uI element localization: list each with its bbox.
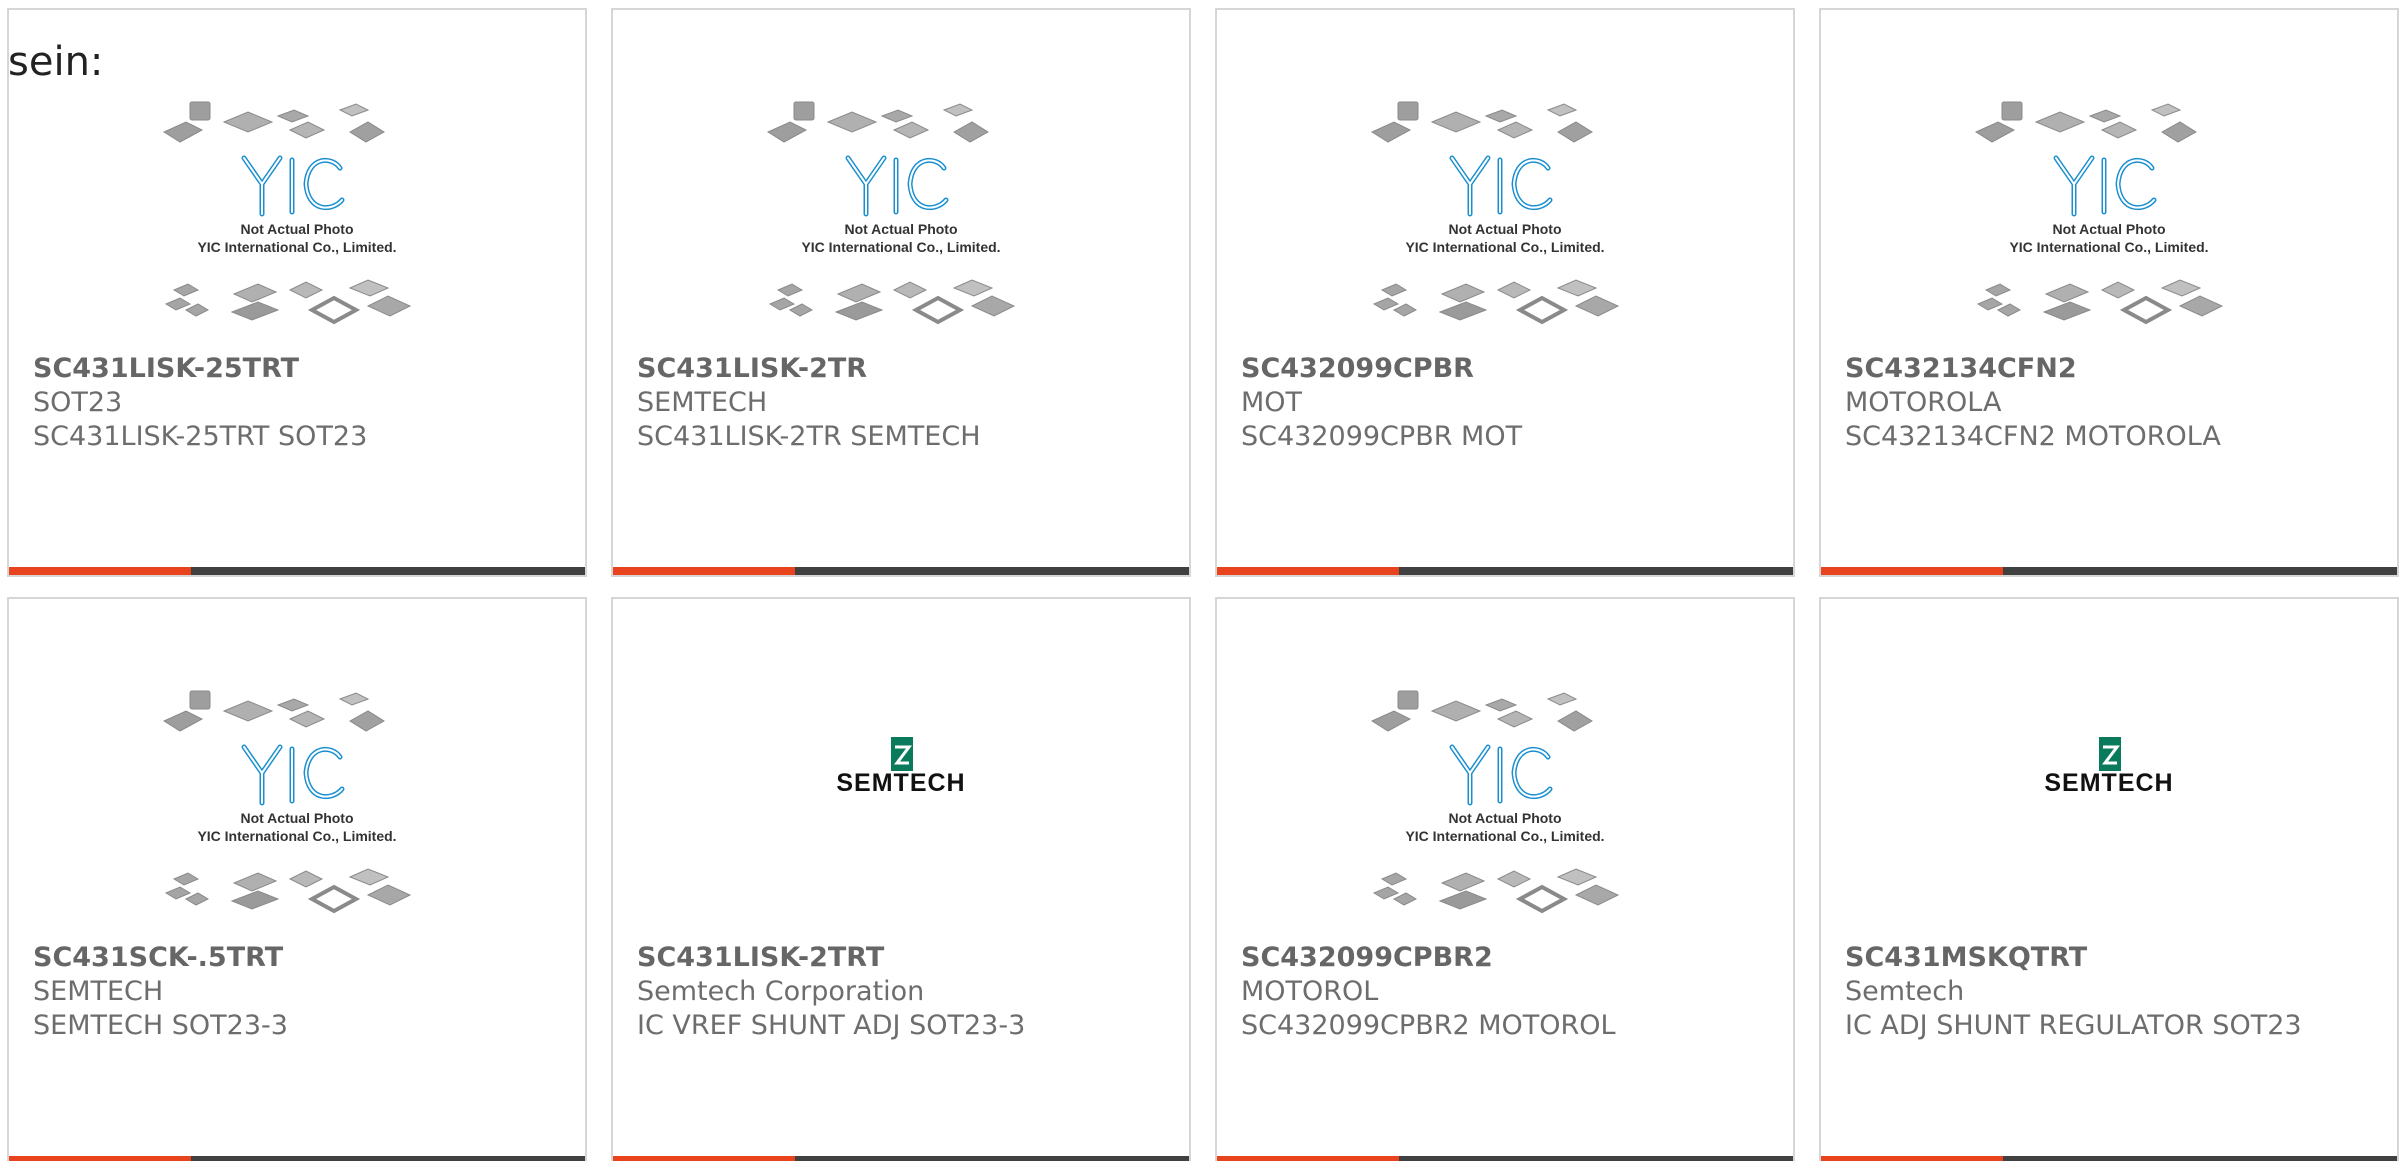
product-card[interactable]: Not Actual Photo YIC International Co., … [7, 597, 587, 1161]
product-description: SC432099CPBR MOT [1241, 421, 1523, 452]
product-description: IC ADJ SHUNT REGULATOR SOT23 [1845, 1010, 2302, 1041]
card-footer-bar [613, 567, 1189, 575]
product-description: SEMTECH SOT23-3 [33, 1010, 288, 1041]
product-info: SC431LISK-25TRT SOT23 SC431LISK-25TRT SOT2… [33, 352, 565, 454]
product-manufacturer: SEMTECH [637, 387, 768, 418]
product-card[interactable]: Not Actual Photo YIC International Co., … [1215, 8, 1795, 577]
product-manufacturer: MOTOROLA [1845, 387, 2002, 418]
product-image[interactable]: Not Actual Photo YIC International Co., … [1217, 98, 1793, 350]
product-info: SC431MSKQTRT Semtech IC ADJ SHUNT REGULATO… [1845, 941, 2377, 1043]
semtech-logo-text: SEMTECH [2044, 769, 2173, 797]
product-image[interactable]: Not Actual Photo YIC International Co., … [9, 687, 585, 939]
semtech-logo-text: SEMTECH [836, 769, 965, 797]
card-accent-bar [1821, 1156, 2003, 1161]
product-manufacturer: SEMTECH [33, 976, 164, 1007]
card-accent-bar [9, 1156, 191, 1161]
product-card[interactable]: Not Actual Photo YIC International Co., … [7, 8, 587, 577]
yic-placeholder-image: Not Actual Photo YIC International Co., … [162, 101, 412, 325]
card-accent-bar [613, 567, 795, 575]
product-info: SC432134CFN2 MOTOROLA SC432134CFN2 MOTOROL… [1845, 352, 2377, 454]
product-manufacturer: SOT23 [33, 387, 123, 418]
product-manufacturer: Semtech [1845, 976, 1965, 1007]
placeholder-caption: Not Actual Photo [844, 221, 957, 237]
product-image[interactable]: Not Actual Photo YIC International Co., … [1821, 98, 2397, 350]
semtech-logo-image: SEMTECH [836, 737, 965, 797]
product-card[interactable]: Not Actual Photo YIC International Co., … [1215, 597, 1795, 1161]
card-footer-bar [9, 1156, 585, 1161]
yic-placeholder-image: Not Actual Photo YIC International Co., … [1370, 690, 1620, 914]
product-part-number[interactable]: SC432099CPBR2 [1241, 941, 1773, 975]
placeholder-caption: Not Actual Photo [240, 810, 353, 826]
card-footer-bar [1217, 1156, 1793, 1161]
product-part-number[interactable]: SC431LISK-2TR [637, 352, 1169, 386]
card-accent-bar [9, 567, 191, 575]
product-image[interactable]: SEMTECH [613, 687, 1189, 939]
yic-placeholder-image: Not Actual Photo YIC International Co., … [766, 101, 1016, 325]
product-part-number[interactable]: SC431MSKQTRT [1845, 941, 2377, 975]
card-accent-bar [613, 1156, 795, 1161]
lead-label: sein: [8, 39, 104, 85]
card-footer-bar [1217, 567, 1793, 575]
placeholder-caption: Not Actual Photo [2052, 221, 2165, 237]
card-footer-bar [1821, 567, 2397, 575]
product-description: SC431LISK-25TRT SOT23 [33, 421, 368, 452]
card-accent-bar [1821, 567, 2003, 575]
product-info: SC432099CPBR MOT SC432099CPBR MOT [1241, 352, 1773, 454]
product-description: IC VREF SHUNT ADJ SOT23-3 [637, 1010, 1026, 1041]
product-card[interactable]: Not Actual Photo YIC International Co., … [611, 8, 1191, 577]
placeholder-company: YIC International Co., Limited. [1405, 828, 1604, 844]
product-image[interactable]: Not Actual Photo YIC International Co., … [613, 98, 1189, 350]
product-image[interactable]: Not Actual Photo YIC International Co., … [1217, 687, 1793, 939]
product-part-number[interactable]: SC432099CPBR [1241, 352, 1773, 386]
product-info: SC432099CPBR2 MOTOROL SC432099CPBR2 MOTORO… [1241, 941, 1773, 1043]
placeholder-caption: Not Actual Photo [1448, 810, 1561, 826]
product-info: SC431SCK-.5TRT SEMTECH SEMTECH SOT23-3 [33, 941, 565, 1043]
card-footer-bar [613, 1156, 1189, 1161]
product-description: SC432099CPBR2 MOTOROL [1241, 1010, 1616, 1041]
product-part-number[interactable]: SC431SCK-.5TRT [33, 941, 565, 975]
yic-placeholder-image: Not Actual Photo YIC International Co., … [1370, 101, 1620, 325]
placeholder-company: YIC International Co., Limited. [197, 828, 396, 844]
placeholder-company: YIC International Co., Limited. [197, 239, 396, 255]
product-card[interactable]: SEMTECH SC431LISK-2TRT Semtech Corporatio… [611, 597, 1191, 1161]
product-card[interactable]: SEMTECH SC431MSKQTRT Semtech IC ADJ SHUNT … [1819, 597, 2399, 1161]
placeholder-company: YIC International Co., Limited. [1405, 239, 1604, 255]
semtech-logo-image: SEMTECH [2044, 737, 2173, 797]
product-manufacturer: MOT [1241, 387, 1303, 418]
placeholder-company: YIC International Co., Limited. [2009, 239, 2208, 255]
yic-placeholder-image: Not Actual Photo YIC International Co., … [1974, 101, 2224, 325]
card-accent-bar [1217, 567, 1399, 575]
product-manufacturer: MOTOROL [1241, 976, 1379, 1007]
product-description: SC432134CFN2 MOTOROLA [1845, 421, 2221, 452]
card-footer-bar [9, 567, 585, 575]
product-image[interactable]: SEMTECH [1821, 687, 2397, 939]
product-part-number[interactable]: SC432134CFN2 [1845, 352, 2377, 386]
product-part-number[interactable]: SC431LISK-25TRT [33, 352, 565, 386]
product-description: SC431LISK-2TR SEMTECH [637, 421, 981, 452]
placeholder-company: YIC International Co., Limited. [801, 239, 1000, 255]
product-part-number[interactable]: SC431LISK-2TRT [637, 941, 1169, 975]
card-accent-bar [1217, 1156, 1399, 1161]
placeholder-caption: Not Actual Photo [1448, 221, 1561, 237]
yic-placeholder-image: Not Actual Photo YIC International Co., … [162, 690, 412, 914]
product-image[interactable]: Not Actual Photo YIC International Co., … [9, 98, 585, 350]
product-manufacturer: Semtech Corporation [637, 976, 925, 1007]
product-card[interactable]: Not Actual Photo YIC International Co., … [1819, 8, 2399, 577]
product-info: SC431LISK-2TRT Semtech Corporation IC VREF… [637, 941, 1169, 1043]
placeholder-caption: Not Actual Photo [240, 221, 353, 237]
product-info: SC431LISK-2TR SEMTECH SC431LISK-2TR SEMTEC… [637, 352, 1169, 454]
product-grid-page: sein: Not Actual Photo YIC International… [0, 0, 2407, 1161]
card-footer-bar [1821, 1156, 2397, 1161]
